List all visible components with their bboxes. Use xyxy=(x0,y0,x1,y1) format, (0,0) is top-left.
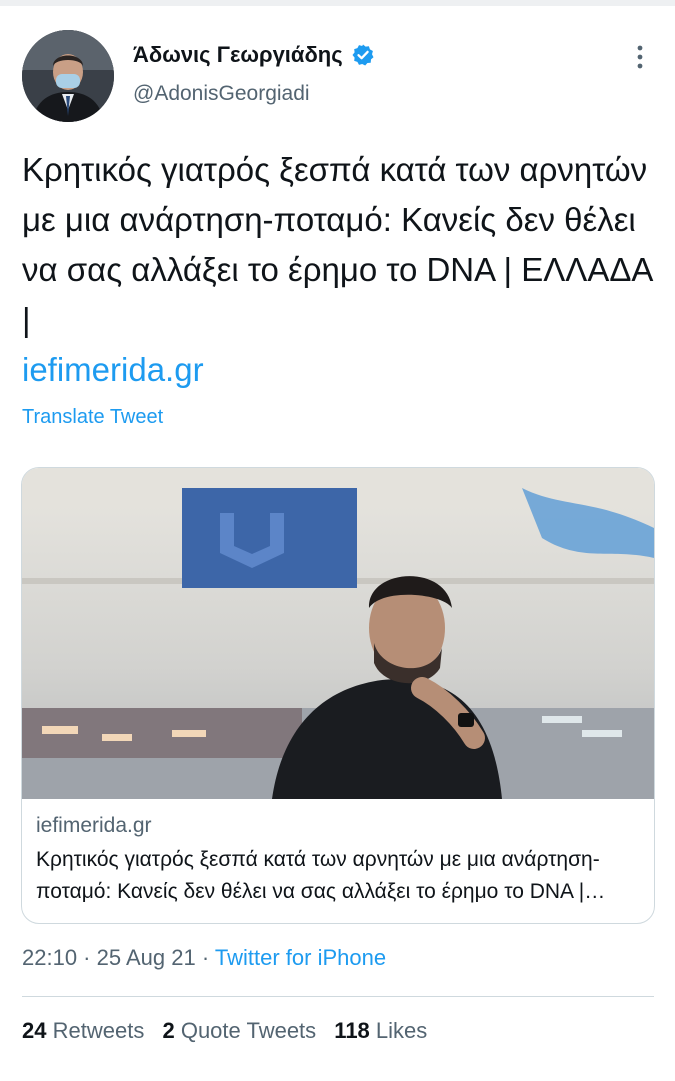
link-preview-card[interactable]: iefimerida.gr Κρητικός γιατρός ξεσπά κατ… xyxy=(21,467,655,924)
card-domain: iefimerida.gr xyxy=(36,814,152,837)
avatar[interactable] xyxy=(22,30,114,122)
engagement-stats: 24 Retweets 2 Quote Tweets 118 Likes xyxy=(22,1018,439,1044)
article-photo xyxy=(22,468,654,799)
quote-tweets-stat[interactable]: 2 Quote Tweets xyxy=(162,1018,316,1043)
tweet-metadata: 22:10 · 25 Aug 21 · Twitter for iPhone xyxy=(22,945,386,971)
retweets-count: 24 xyxy=(22,1018,47,1043)
meta-separator: · xyxy=(195,945,215,970)
likes-stat[interactable]: 118 Likes xyxy=(334,1018,427,1043)
meta-separator: · xyxy=(77,945,97,970)
retweets-stat[interactable]: 24 Retweets xyxy=(22,1018,144,1043)
display-name[interactable]: Άδωνις Γεωργιάδης xyxy=(133,42,343,68)
profile-photo xyxy=(22,30,114,122)
likes-count: 118 xyxy=(334,1018,370,1043)
quote-tweets-count: 2 xyxy=(162,1018,175,1043)
tweet-source[interactable]: Twitter for iPhone xyxy=(215,945,386,970)
translate-tweet-button[interactable]: Translate Tweet xyxy=(22,406,163,429)
more-options-icon[interactable] xyxy=(628,42,652,72)
author-name-row: Άδωνις Γεωργιάδης xyxy=(133,40,375,70)
top-divider xyxy=(0,0,675,6)
card-title: Κρητικός γιατρός ξεσπά κατά των αρνητών … xyxy=(36,848,600,903)
tweet-body: Κρητικός γιατρός ξεσπά κατά των αρνητών … xyxy=(22,151,652,338)
likes-label: Likes xyxy=(375,1018,428,1043)
verified-badge-icon xyxy=(351,43,375,67)
tweet-time[interactable]: 22:10 xyxy=(22,945,77,970)
quote-tweets-label: Quote Tweets xyxy=(180,1018,317,1043)
retweets-label: Retweets xyxy=(52,1018,145,1043)
user-handle[interactable]: @AdonisGeorgiadi xyxy=(133,82,310,106)
tweet-date[interactable]: 25 Aug 21 xyxy=(97,945,196,970)
tweet-link[interactable]: iefimerida.gr xyxy=(22,351,204,388)
divider xyxy=(22,996,654,997)
tweet-text: Κρητικός γιατρός ξεσπά κατά των αρνητών … xyxy=(22,145,652,395)
